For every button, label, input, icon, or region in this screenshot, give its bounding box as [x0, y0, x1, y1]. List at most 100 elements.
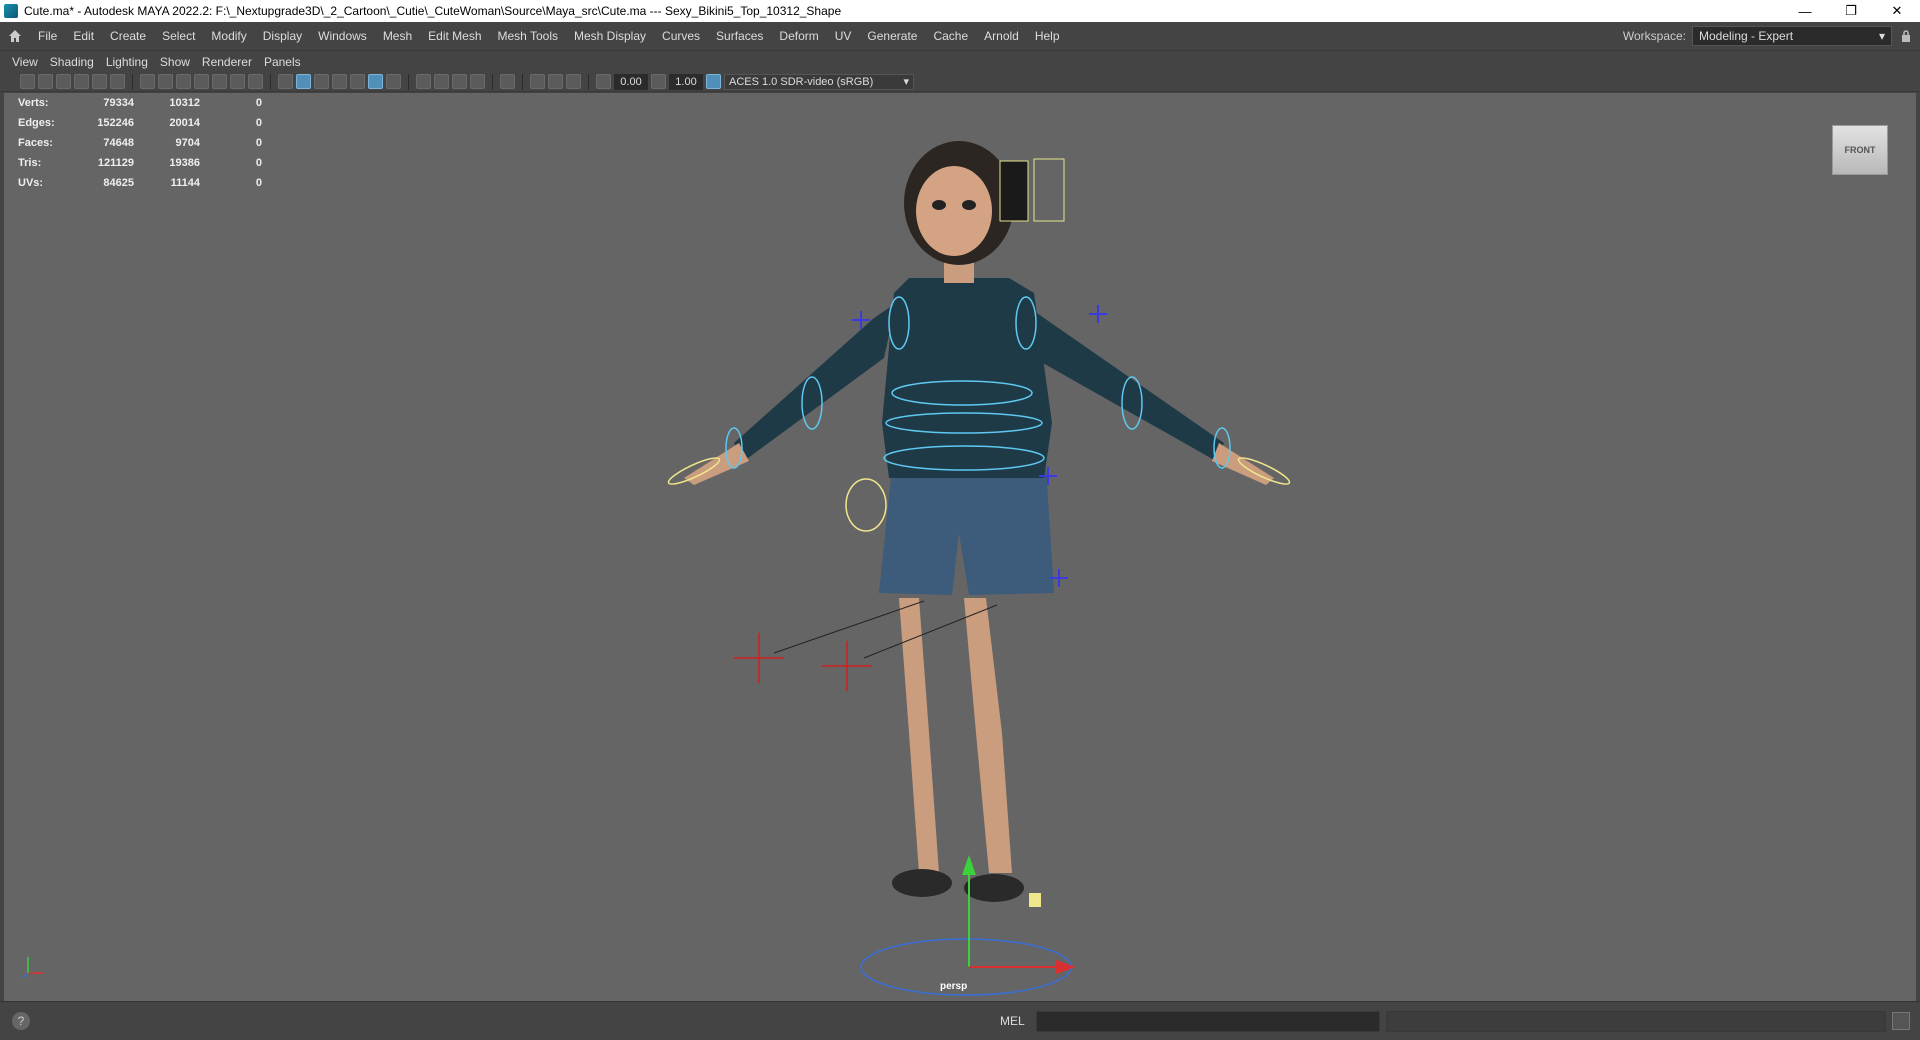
- xray-icon[interactable]: [530, 74, 545, 89]
- select-camera-icon[interactable]: [20, 74, 35, 89]
- viewport-toolbar: 0.00 1.00 ACES 1.0 SDR-video (sRGB) ▾: [0, 72, 1920, 92]
- field-chart-icon[interactable]: [212, 74, 227, 89]
- gamma-field[interactable]: 1.00: [669, 73, 703, 90]
- exposure-field[interactable]: 0.00: [614, 73, 648, 90]
- hip-swing-control: [845, 478, 887, 532]
- left-knee-pole-vector: [734, 633, 784, 683]
- right-arm: [1022, 303, 1224, 461]
- 3d-viewport[interactable]: Verts: 79334 10312 0 Edges: 152246 20014…: [4, 93, 1916, 1001]
- menu-arnold[interactable]: Arnold: [976, 22, 1027, 51]
- menu-generate[interactable]: Generate: [859, 22, 925, 51]
- ambient-occlusion-icon[interactable]: [416, 74, 431, 89]
- maya-logo-icon: [4, 4, 18, 18]
- toolbar-separator: [588, 73, 589, 90]
- workspace-value: Modeling - Expert: [1699, 29, 1794, 43]
- gate-mask-icon[interactable]: [194, 74, 209, 89]
- character-model[interactable]: [4, 93, 1916, 1001]
- menu-deform[interactable]: Deform: [771, 22, 826, 51]
- minimize-button[interactable]: —: [1782, 0, 1828, 22]
- world-axis-indicator: [20, 951, 50, 984]
- denim-shorts: [879, 468, 1054, 595]
- right-eye: [962, 200, 976, 210]
- menu-create[interactable]: Create: [102, 22, 154, 51]
- menu-mesh[interactable]: Mesh: [375, 22, 420, 51]
- main-menu-bar: File Edit Create Select Modify Display W…: [0, 22, 1920, 51]
- xray-active-components-icon[interactable]: [548, 74, 563, 89]
- x-axis-arrow: [1056, 960, 1076, 974]
- textured-icon[interactable]: [350, 74, 365, 89]
- wireframe-icon[interactable]: [278, 74, 293, 89]
- menu-cache[interactable]: Cache: [925, 22, 976, 51]
- close-button[interactable]: ✕: [1874, 0, 1920, 22]
- panel-menu-view[interactable]: View: [6, 55, 44, 69]
- menu-uv[interactable]: UV: [827, 22, 860, 51]
- command-line-bar: ? MEL: [0, 1001, 1920, 1040]
- help-icon[interactable]: ?: [12, 1012, 30, 1030]
- right-leg: [964, 598, 1012, 873]
- shadows-icon[interactable]: [386, 74, 401, 89]
- safe-title-icon[interactable]: [248, 74, 263, 89]
- left-eye: [932, 200, 946, 210]
- menu-curves[interactable]: Curves: [654, 22, 708, 51]
- smooth-shade-icon[interactable]: [296, 74, 311, 89]
- y-axis-arrow: [962, 855, 976, 875]
- menu-surfaces[interactable]: Surfaces: [708, 22, 771, 51]
- bookmark-icon[interactable]: [56, 74, 71, 89]
- script-language-toggle[interactable]: MEL: [1000, 1014, 1025, 1028]
- toolbar-separator: [408, 73, 409, 90]
- grid-icon[interactable]: [140, 74, 155, 89]
- exposure-icon[interactable]: [596, 74, 611, 89]
- default-lighting-icon[interactable]: [314, 74, 329, 89]
- menu-select[interactable]: Select: [154, 22, 203, 51]
- menu-windows[interactable]: Windows: [310, 22, 375, 51]
- workspace-dropdown[interactable]: Modeling - Expert ▾: [1692, 26, 1892, 46]
- image-plane-icon[interactable]: [74, 74, 89, 89]
- color-management-icon[interactable]: [706, 74, 721, 89]
- camera-attributes-icon[interactable]: [38, 74, 53, 89]
- command-input[interactable]: [1036, 1011, 1380, 1032]
- view-cube[interactable]: FRONT: [1832, 125, 1888, 175]
- workspace-label: Workspace:: [1622, 29, 1686, 43]
- isolate-select-icon[interactable]: [500, 74, 515, 89]
- restore-button[interactable]: ❐: [1828, 0, 1874, 22]
- menu-edit[interactable]: Edit: [65, 22, 102, 51]
- panel-menu-shading[interactable]: Shading: [44, 55, 100, 69]
- menu-file[interactable]: File: [30, 22, 65, 51]
- chevron-down-icon: ▾: [1878, 29, 1885, 43]
- view-cube-face-label: FRONT: [1844, 145, 1876, 155]
- menu-mesh-display[interactable]: Mesh Display: [566, 22, 654, 51]
- xray-joints-icon[interactable]: [566, 74, 581, 89]
- menu-modify[interactable]: Modify: [203, 22, 254, 51]
- command-result-field: [1386, 1011, 1886, 1032]
- film-gate-icon[interactable]: [158, 74, 173, 89]
- motion-blur-icon[interactable]: [434, 74, 449, 89]
- menu-edit-mesh[interactable]: Edit Mesh: [420, 22, 489, 51]
- home-icon[interactable]: [0, 22, 30, 51]
- wireframe-on-shaded-icon[interactable]: [332, 74, 347, 89]
- 2d-pan-zoom-icon[interactable]: [110, 74, 125, 89]
- gamma-icon[interactable]: [651, 74, 666, 89]
- use-all-lights-icon[interactable]: [368, 74, 383, 89]
- resolution-gate-icon[interactable]: [176, 74, 191, 89]
- lock-icon[interactable]: [1892, 30, 1920, 42]
- left-shoe: [892, 869, 952, 897]
- script-editor-icon[interactable]: [1892, 1012, 1910, 1030]
- panel-menu-renderer[interactable]: Renderer: [196, 55, 258, 69]
- depth-of-field-icon[interactable]: [470, 74, 485, 89]
- panel-menu-lighting[interactable]: Lighting: [100, 55, 154, 69]
- grease-pencil-icon[interactable]: [92, 74, 107, 89]
- left-leg: [899, 598, 939, 873]
- panel-menu-panels[interactable]: Panels: [258, 55, 307, 69]
- right-shoe: [964, 874, 1024, 902]
- menu-mesh-tools[interactable]: Mesh Tools: [490, 22, 566, 51]
- menu-display[interactable]: Display: [255, 22, 310, 51]
- panel-menu-show[interactable]: Show: [154, 55, 196, 69]
- toolbar-separator: [270, 73, 271, 90]
- camera-name-label: persp: [940, 981, 968, 992]
- safe-action-icon[interactable]: [230, 74, 245, 89]
- face-control-panel-right: [1033, 158, 1065, 222]
- title-bar: Cute.ma* - Autodesk MAYA 2022.2: F:\_Nex…: [0, 0, 1920, 22]
- view-transform-dropdown[interactable]: ACES 1.0 SDR-video (sRGB) ▾: [724, 73, 914, 90]
- anti-aliasing-icon[interactable]: [452, 74, 467, 89]
- menu-help[interactable]: Help: [1027, 22, 1068, 51]
